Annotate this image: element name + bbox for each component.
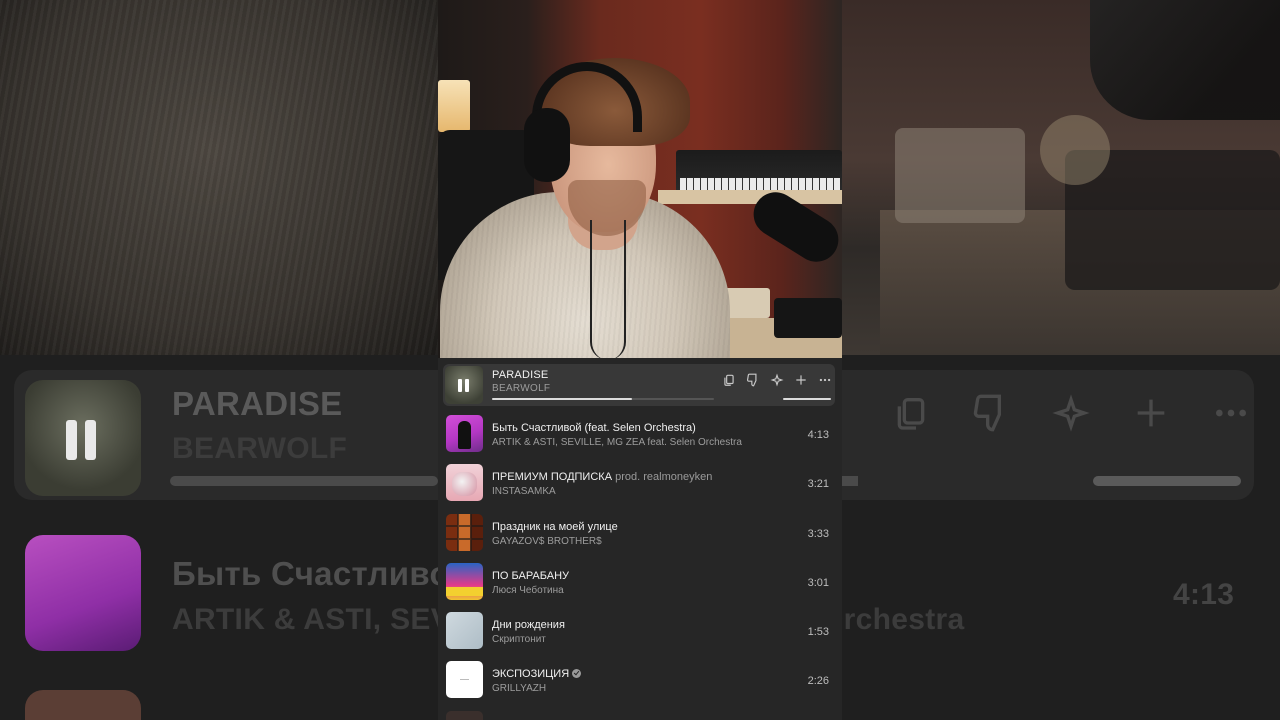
track-row[interactable]: Дни рождения Скриптонит 1:53	[438, 606, 842, 655]
track-row[interactable]: ПО БАРАБАНУ Люся Чеботина 3:01	[438, 557, 842, 606]
background-volume	[1093, 476, 1241, 486]
headphones-earcup	[524, 108, 570, 182]
background-actions	[890, 392, 1252, 434]
track-row[interactable]: Праздник на моей улице GAYAZOV$ BROTHER$…	[438, 508, 842, 557]
copy-icon[interactable]	[721, 372, 736, 387]
volume-slider[interactable]	[783, 398, 831, 400]
track-art[interactable]	[446, 710, 483, 720]
background-track-artist: ARTIK & ASTI, SEV	[172, 603, 452, 636]
track-artist[interactable]: ARTIK & ASTI, SEVILLE, MG ZEA feat. Sele…	[492, 437, 742, 448]
background-title: PARADISE	[172, 385, 343, 422]
track-title: Дни рождения	[492, 619, 565, 632]
track-art[interactable]	[446, 661, 483, 699]
background-artist: BEARWOLF	[172, 432, 348, 465]
track-duration: 3:21	[807, 478, 829, 491]
verified-icon	[572, 669, 582, 679]
progress-fill	[492, 398, 632, 400]
background-next-art	[25, 690, 141, 720]
background-sweater	[0, 0, 438, 355]
track-artist[interactable]: Скриптонит	[492, 634, 546, 645]
background-device	[895, 128, 1025, 223]
progress-bar[interactable]	[492, 398, 714, 400]
track-art[interactable]	[446, 562, 483, 600]
track-title: Праздник на моей улице	[492, 520, 618, 533]
sparkle-icon[interactable]	[769, 372, 784, 387]
track-duration: 2:26	[807, 675, 829, 688]
track-duration: 4:13	[807, 429, 829, 441]
background-track-art	[25, 535, 141, 651]
background-copy-icon	[890, 392, 932, 434]
now-playing-actions	[721, 372, 832, 387]
background-sparkle-icon	[1050, 392, 1092, 434]
track-prod: prod. realmoneyken	[615, 471, 713, 484]
now-playing-art[interactable]	[445, 366, 483, 404]
now-playing-bar: PARADISE BEARWOLF	[443, 364, 835, 406]
track-artist[interactable]: INSTASAMKA	[492, 486, 556, 497]
pause-icon[interactable]	[458, 379, 470, 392]
track-art[interactable]	[446, 612, 483, 650]
video-frame	[438, 0, 842, 358]
track-art[interactable]	[446, 513, 483, 551]
more-icon[interactable]	[817, 372, 832, 387]
background-track-title: Быть Счастливой	[172, 555, 471, 592]
background-pause-icon	[66, 420, 102, 460]
background-track-duration: 4:13	[1173, 578, 1235, 611]
background-dislike-icon	[970, 392, 1012, 434]
track-title: ПО БАРАБАНУ	[492, 569, 570, 582]
track-art[interactable]	[446, 464, 483, 502]
lamp	[438, 80, 470, 132]
track-title: ПРЕМИУМ ПОДПИСКА prod. realmoneyken	[492, 471, 713, 484]
track-row[interactable]: ЭКСПОЗИЦИЯ GRILLYAZH 2:26	[438, 655, 842, 704]
plus-icon[interactable]	[793, 372, 808, 387]
track-art[interactable]	[446, 415, 483, 452]
now-playing-artist[interactable]: BEARWOLF	[492, 383, 550, 394]
music-panel: PARADISE BEARWOLF Быть Счастливой (feat.…	[438, 358, 842, 720]
track-artist[interactable]: Люся Чеботина	[492, 585, 564, 596]
background-plus-icon	[1130, 392, 1172, 434]
background-more-icon	[1210, 392, 1252, 434]
track-row[interactable]: ПРЕМИУМ ПОДПИСКА prod. realmoneyken INST…	[438, 458, 842, 507]
track-title: Быть Счастливой (feat. Selen Orchestra)	[492, 422, 696, 434]
track-duration: 3:01	[807, 576, 829, 589]
track-title: ЭКСПОЗИЦИЯ	[492, 668, 582, 680]
background-progress-edge	[842, 476, 858, 486]
track-row[interactable]: Быть Счастливой (feat. Selen Orchestra) …	[438, 409, 842, 458]
track-artist[interactable]: GAYAZOV$ BROTHER$	[492, 536, 602, 547]
background-progress	[170, 476, 438, 486]
track-list: Быть Счастливой (feat. Selen Orchestra) …	[438, 409, 842, 720]
track-duration: 3:33	[807, 527, 829, 540]
shelf	[658, 190, 842, 204]
track-duration: 1:53	[807, 626, 829, 639]
headphones-cable	[590, 220, 626, 358]
dislike-icon[interactable]	[745, 372, 760, 387]
background-mic-arm	[1090, 0, 1280, 120]
now-playing-title[interactable]: PARADISE	[492, 369, 548, 381]
studio-mixer	[774, 298, 842, 338]
track-artist[interactable]: GRILLYAZH	[492, 683, 546, 694]
track-row[interactable]	[438, 705, 842, 720]
synth-keys	[680, 178, 840, 190]
background-mic	[1040, 115, 1110, 185]
